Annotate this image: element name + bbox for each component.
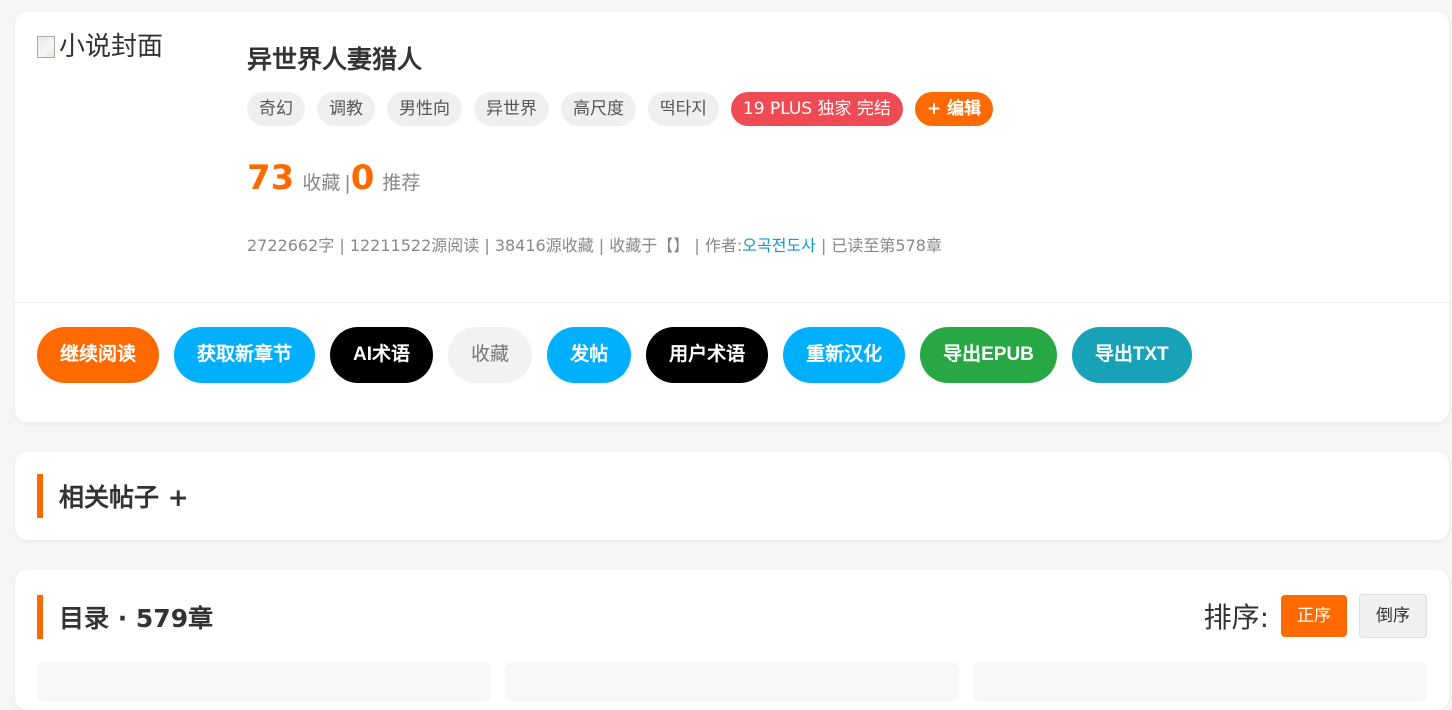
chapter-item[interactable]	[505, 662, 959, 702]
user-terms-button[interactable]: 用户术语	[646, 327, 769, 383]
tag-item[interactable]: 异世界	[474, 92, 549, 126]
sort-desc-button[interactable]: 倒序	[1359, 594, 1427, 638]
book-title: 异世界人妻猎人	[247, 45, 423, 74]
sort-control: 排序: 正序 倒序	[1204, 594, 1427, 638]
favorites-label: 收藏	[302, 172, 341, 194]
export-txt-button[interactable]: 导出TXT	[1071, 327, 1192, 383]
tag-item[interactable]: 男性向	[387, 92, 462, 126]
divider	[15, 302, 1449, 303]
related-posts-card: 相关帖子 +	[15, 452, 1449, 540]
author-link[interactable]: 오곡전도사	[742, 236, 816, 255]
action-bar: 继续阅读 获取新章节 AI术语 收藏 发帖 用户术语 重新汉化 导出EPUB 导…	[37, 327, 1192, 383]
sort-asc-button[interactable]: 正序	[1281, 595, 1347, 637]
tag-item[interactable]: 奇幻	[247, 92, 305, 126]
toc-card: 目录 · 579章 排序: 正序 倒序	[15, 570, 1449, 710]
favorite-button[interactable]: 收藏	[448, 327, 533, 383]
favorites-count: 73	[247, 158, 295, 198]
cover-alt-text: 小说封面	[59, 32, 164, 62]
meta-info: 2722662字 | 12211522源阅读 | 38416源收藏 | 收藏于【…	[247, 236, 743, 255]
tag-list: 奇幻 调教 男性向 异世界 高尺度 떡타지 19 PLUS 独家 完结 + 编辑	[247, 92, 994, 126]
sort-label: 排序:	[1203, 601, 1269, 634]
recommend-label: 推荐	[382, 172, 421, 194]
plus-status-badge: 19 PLUS 独家 完结	[730, 92, 903, 126]
toc-heading: 目录 · 579章	[37, 595, 213, 639]
post-button[interactable]: 发帖	[547, 327, 632, 383]
read-progress: | 已读至第578章	[815, 236, 942, 255]
chapter-list	[37, 662, 1427, 702]
book-stats: 73 收藏 | 0 推荐	[247, 158, 420, 198]
edit-tags-button[interactable]: + 编辑	[914, 92, 994, 126]
ai-terms-button[interactable]: AI术语	[330, 327, 434, 383]
tag-item[interactable]: 高尺度	[561, 92, 636, 126]
chapter-item[interactable]	[973, 662, 1427, 702]
fetch-chapters-button[interactable]: 获取新章节	[174, 327, 316, 383]
recommend-count: 0	[350, 158, 375, 198]
export-epub-button[interactable]: 导出EPUB	[920, 327, 1057, 383]
retranslate-button[interactable]: 重新汉化	[783, 327, 906, 383]
chapter-item[interactable]	[37, 662, 491, 702]
related-posts-heading[interactable]: 相关帖子 +	[37, 474, 189, 518]
broken-image-icon	[37, 36, 55, 58]
book-meta: 2722662字 | 12211522源阅读 | 38416源收藏 | 收藏于【…	[247, 232, 942, 256]
book-info-card: 小说封面 异世界人妻猎人 奇幻 调教 男性向 异世界 高尺度 떡타지 19 PL…	[15, 12, 1449, 422]
tag-item[interactable]: 调教	[317, 92, 375, 126]
book-cover-image: 小说封面	[37, 34, 207, 94]
tag-item[interactable]: 떡타지	[648, 92, 719, 126]
continue-reading-button[interactable]: 继续阅读	[37, 327, 160, 383]
